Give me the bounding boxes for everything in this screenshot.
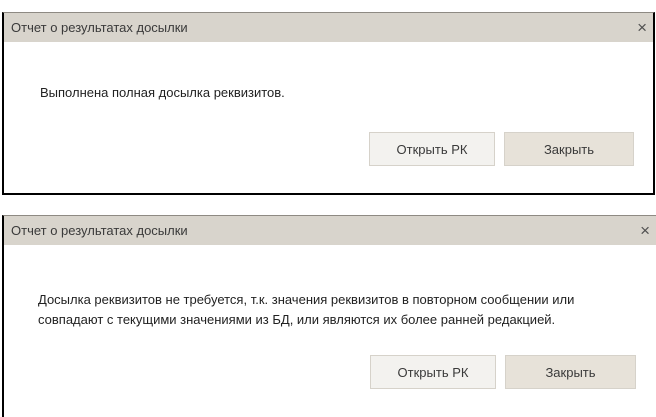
close-button[interactable]: Закрыть — [504, 132, 634, 166]
close-button[interactable]: Закрыть — [505, 355, 636, 389]
open-rk-button[interactable]: Открыть РК — [369, 132, 495, 166]
dialog-title: Отчет о результатах досылки — [11, 223, 188, 238]
dialog-titlebar[interactable]: Отчет о результатах досылки × — [4, 216, 656, 245]
open-rk-button[interactable]: Открыть РК — [370, 355, 496, 389]
close-icon[interactable]: × — [635, 19, 649, 36]
dialog-titlebar[interactable]: Отчет о результатах досылки × — [4, 13, 653, 42]
report-dialog-full: Отчет о результатах досылки × Выполнена … — [2, 12, 655, 195]
dialog-title: Отчет о результатах досылки — [11, 20, 188, 35]
dialog-message: Досылка реквизитов не требуется, т.к. зн… — [38, 290, 648, 330]
dialog-message-line-1: Досылка реквизитов не требуется, т.к. зн… — [38, 292, 575, 307]
report-dialog-not-required: Отчет о результатах досылки × Досылка ре… — [2, 215, 656, 417]
dialog-message: Выполнена полная досылка реквизитов. — [40, 85, 285, 100]
dialog-message-line-2: совпадают с текущими значениями из БД, и… — [38, 312, 556, 327]
close-icon[interactable]: × — [638, 222, 652, 239]
